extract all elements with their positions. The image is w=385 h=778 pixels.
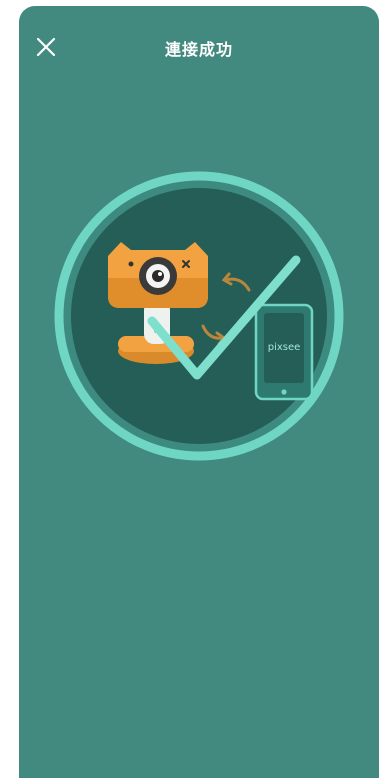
camera-icon	[108, 242, 208, 364]
phone-icon: pixsee	[254, 303, 314, 401]
page-title: 連接成功	[164, 40, 233, 59]
connection-success-sheet: 連接成功 pixsee	[19, 6, 379, 778]
connection-success-illustration: pixsee	[51, 168, 347, 464]
header: 連接成功	[19, 6, 379, 88]
phone-brand-label: pixsee	[268, 342, 301, 353]
